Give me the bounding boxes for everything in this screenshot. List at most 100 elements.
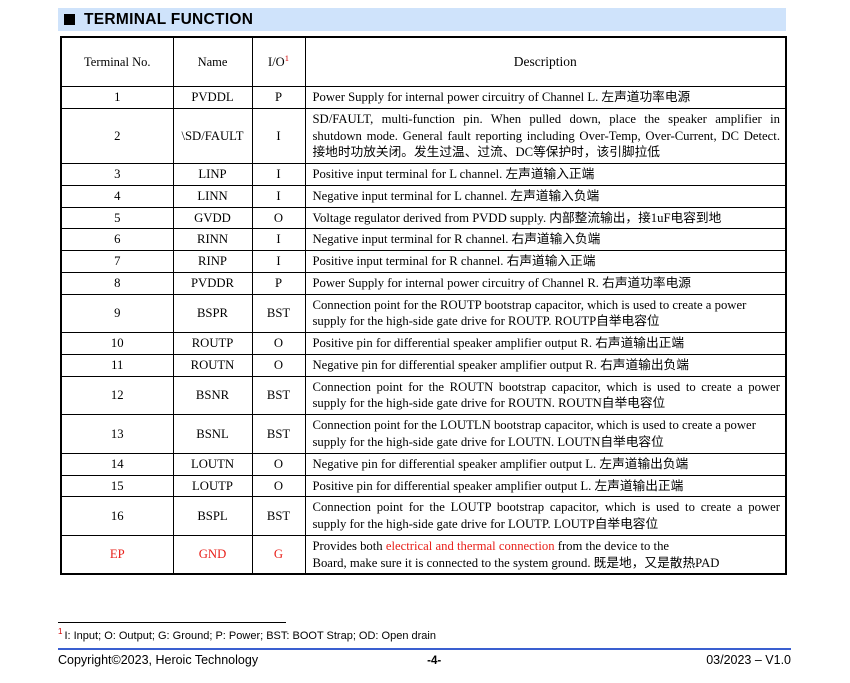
cell-terminal-no: 16: [60, 496, 174, 536]
cell-terminal-no: EP: [60, 534, 174, 575]
cell-description: Negative input terminal for L channel. 左…: [304, 184, 787, 208]
footer-copyright: Copyright©2023, Heroic Technology: [58, 653, 259, 667]
table-row: 4 LINN I Negative input terminal for L chan…: [60, 184, 787, 208]
footnote-separator: [58, 622, 286, 623]
cell-description: Positive input terminal for L channel. 左…: [304, 163, 787, 186]
cell-io: P: [251, 271, 306, 295]
cell-name: PVDDL: [172, 86, 253, 109]
cell-description: Positive pin for differential speaker am…: [304, 332, 787, 355]
cell-description: Connection point for the ROUTN bootstrap…: [304, 375, 787, 416]
table-body: 1 PVDDL P Power Supply for internal power c…: [60, 86, 787, 575]
cell-io: BST: [251, 496, 306, 536]
column-header-io-label: I/O: [268, 54, 285, 69]
cell-description: Negative pin for differential speaker am…: [304, 353, 787, 377]
footer-separator: [58, 648, 791, 650]
cell-description: Connection point for the LOUTLN bootstra…: [304, 414, 787, 454]
cell-description: SD/FAULT, multi-function pin. When pulle…: [304, 107, 787, 165]
cell-terminal-no: 7: [60, 250, 174, 273]
cell-terminal-no: 5: [60, 206, 174, 230]
table-row: 12 BSNR BST Connection point for the ROUTN …: [60, 375, 787, 416]
io-footnote-marker: 1: [284, 52, 289, 63]
column-header-io: I/O1: [251, 36, 306, 87]
cell-terminal-no: 11: [60, 353, 174, 377]
section-banner: TERMINAL FUNCTION: [58, 8, 786, 31]
description-text-line2: Board, make sure it is connected to the …: [312, 555, 720, 570]
cell-name: BSNR: [172, 375, 253, 416]
table-row: 16 BSPL BST Connection point for the LOUTP …: [60, 496, 787, 536]
cell-terminal-no: 6: [60, 228, 174, 252]
cell-name: LOUTN: [172, 452, 253, 476]
cell-terminal-no: 2: [60, 107, 174, 165]
table-row: 14 LOUTN O Negative pin for differential sp…: [60, 452, 787, 476]
cell-io: O: [251, 332, 306, 355]
table-header-row: Terminal No. Name I/O1 Description: [60, 36, 787, 87]
cell-description: Power Supply for internal power circuitr…: [304, 86, 787, 109]
table-row: 10 ROUTP O Positive pin for differential sp…: [60, 332, 787, 355]
footnote-marker: 1: [58, 627, 63, 637]
cell-name: BSPL: [172, 496, 253, 536]
cell-io: BST: [251, 414, 306, 454]
cell-name: PVDDR: [172, 271, 253, 295]
table-row-exposed-pad: EP GND G Provides both electrical and therm…: [60, 534, 787, 575]
cell-io: O: [251, 206, 306, 230]
footer-page-number: -4-: [427, 655, 442, 667]
column-header-name: Name: [172, 36, 253, 87]
cell-name: GVDD: [172, 206, 253, 230]
description-text-lead: Provides both: [312, 538, 386, 553]
table-row: 15 LOUTP O Positive pin for differential sp…: [60, 474, 787, 498]
cell-terminal-no: 12: [60, 375, 174, 416]
table-row: 7 RINP I Positive input terminal for R chan…: [60, 250, 787, 273]
cell-name: RINN: [172, 228, 253, 252]
cell-terminal-no: 13: [60, 414, 174, 454]
cell-io: I: [251, 163, 306, 186]
cell-name: RINP: [172, 250, 253, 273]
cell-name: ROUTN: [172, 353, 253, 377]
cell-description: Voltage regulator derived from PVDD supp…: [304, 206, 787, 230]
footnote: 1 I: Input; O: Output; G: Ground; P: Powe…: [58, 627, 436, 642]
column-header-terminal-no: Terminal No.: [60, 36, 174, 87]
cell-terminal-no: 3: [60, 163, 174, 186]
cell-terminal-no: 9: [60, 293, 174, 334]
cell-terminal-no: 14: [60, 452, 174, 476]
table-row: 13 BSNL BST Connection point for the LOUTLN…: [60, 414, 787, 454]
description-text-tail: from the device to the: [554, 538, 670, 553]
table-row: 11 ROUTN O Negative pin for differential sp…: [60, 353, 787, 377]
cell-description: Negative pin for differential speaker am…: [304, 452, 787, 476]
cell-description: Positive pin for differential speaker am…: [304, 474, 787, 498]
footer-revision: 03/2023 – V1.0: [706, 653, 791, 667]
cell-description: Provides both electrical and thermal con…: [304, 534, 787, 575]
cell-terminal-no: 1: [60, 86, 174, 109]
cell-io: G: [251, 534, 306, 575]
cell-io: P: [251, 86, 306, 109]
footnote-text: I: Input; O: Output; G: Ground; P: Power…: [64, 630, 436, 642]
cell-description: Positive input terminal for R channel. 右…: [304, 250, 787, 273]
cell-terminal-no: 4: [60, 184, 174, 208]
cell-io: I: [251, 228, 306, 252]
cell-name: BSNL: [172, 414, 253, 454]
table-row: 1 PVDDL P Power Supply for internal power c…: [60, 86, 787, 109]
cell-terminal-no: 10: [60, 332, 174, 355]
cell-name: GND: [172, 534, 253, 575]
cell-name: BSPR: [172, 293, 253, 334]
section-title: TERMINAL FUNCTION: [84, 10, 254, 28]
cell-name: ROUTP: [172, 332, 253, 355]
cell-name: \SD/FAULT: [172, 107, 253, 165]
table-row: 6 RINN I Negative input terminal for R chan…: [60, 228, 787, 252]
description-highlight: electrical and thermal connection: [385, 538, 555, 553]
cell-terminal-no: 15: [60, 474, 174, 498]
cell-name: LOUTP: [172, 474, 253, 498]
cell-name: LINN: [172, 184, 253, 208]
cell-io: O: [251, 474, 306, 498]
cell-io: BST: [251, 375, 306, 416]
column-header-description: Description: [304, 36, 787, 87]
cell-description: Connection point for the LOUTP bootstrap…: [304, 496, 787, 536]
table-row: 8 PVDDR P Power Supply for internal power c…: [60, 271, 787, 295]
cell-io: O: [251, 452, 306, 476]
cell-io: BST: [251, 293, 306, 334]
table-row: 3 LINP I Positive input terminal for L chan…: [60, 163, 787, 186]
page-footer: Copyright©2023, Heroic Technology -4- 03…: [58, 653, 791, 667]
cell-io: I: [251, 250, 306, 273]
cell-io: O: [251, 353, 306, 377]
cell-name: LINP: [172, 163, 253, 186]
cell-io: I: [251, 184, 306, 208]
